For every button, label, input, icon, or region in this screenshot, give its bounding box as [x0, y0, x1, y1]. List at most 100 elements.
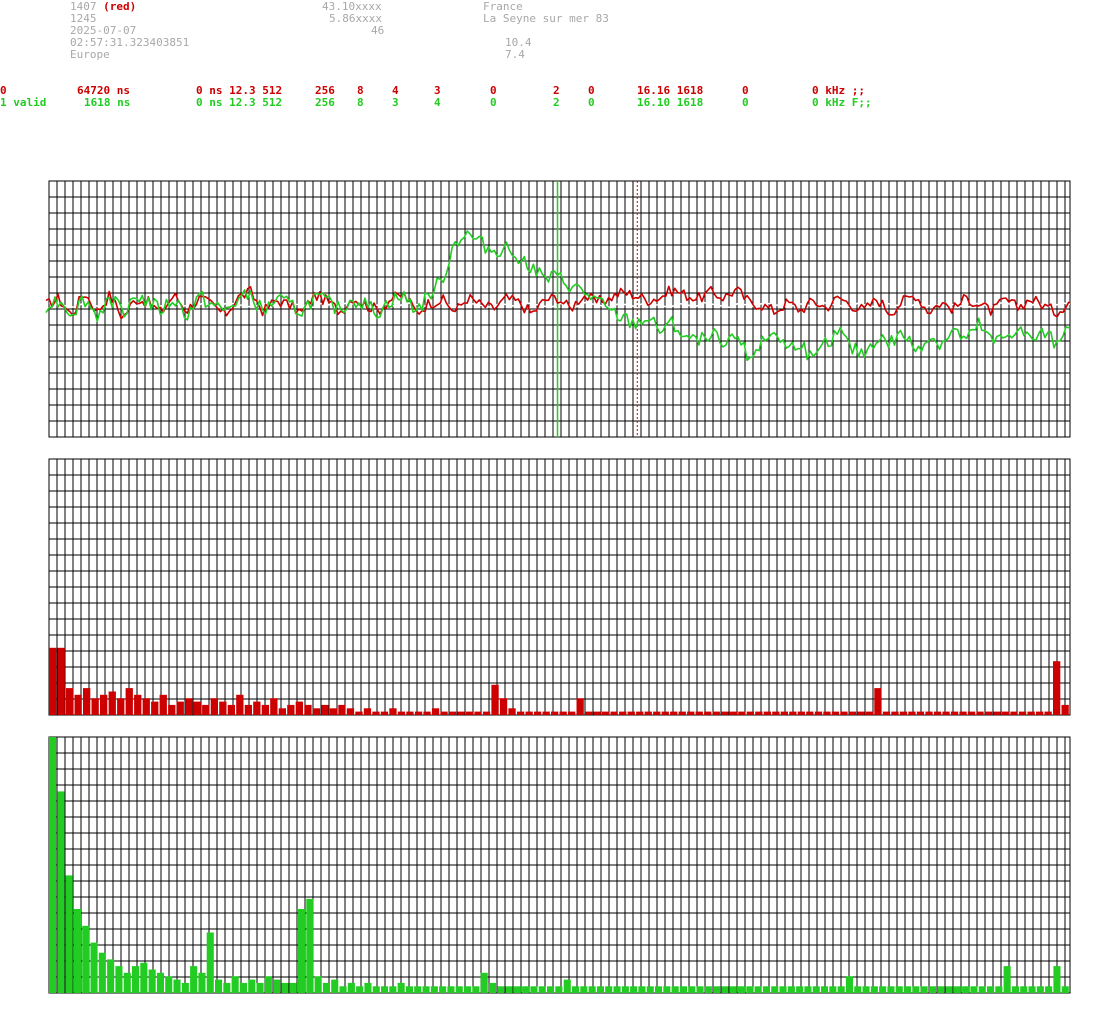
- green-histogram-bar: [298, 909, 306, 993]
- red-histogram-bar: [193, 701, 201, 715]
- green-histogram-bar: [771, 986, 779, 993]
- red-histogram-bar: [125, 688, 133, 715]
- red-histogram-bar: [219, 701, 227, 715]
- green-histogram-bar: [273, 979, 281, 993]
- green-histogram-bar: [787, 986, 795, 993]
- red-histogram-bar: [142, 698, 150, 715]
- red-histogram-bar: [117, 698, 125, 715]
- red-histogram-bar: [397, 711, 406, 715]
- green-histogram-bar: [65, 875, 73, 993]
- green-histogram-bar: [223, 982, 231, 993]
- red-histogram-bar: [840, 711, 848, 715]
- red-histogram-bar: [1044, 711, 1052, 715]
- green-histogram-bar: [339, 986, 347, 993]
- red-histogram-bar: [976, 711, 984, 715]
- green-histogram-bar: [82, 925, 90, 993]
- red-histogram-bar: [295, 701, 303, 715]
- red-histogram-bar: [270, 698, 278, 715]
- red-histogram-bar: [66, 688, 74, 715]
- green-histogram-bar: [845, 976, 853, 993]
- red-histogram-bar: [49, 647, 57, 715]
- green-histogram-bar: [381, 986, 389, 993]
- red-histogram-bar: [83, 688, 91, 715]
- red-histogram-bar: [627, 711, 635, 715]
- red-histogram-bar: [457, 711, 465, 715]
- green-histogram-bar: [173, 979, 181, 993]
- red-histogram-bar: [925, 711, 933, 715]
- green-histogram-bar: [239, 982, 247, 993]
- red-histogram-bar: [942, 711, 950, 715]
- red-histogram-bar: [534, 711, 542, 715]
- green-histogram-bar: [638, 986, 646, 993]
- red-histogram-bar: [100, 694, 108, 715]
- red-histogram-bar: [372, 711, 380, 715]
- green-histogram-bar: [920, 986, 928, 993]
- red-histogram-bar: [806, 711, 814, 715]
- green-histogram-bar: [870, 986, 878, 993]
- red-histogram-bar: [857, 711, 865, 715]
- green-histogram-bar: [588, 986, 596, 993]
- green-histogram-bar: [422, 986, 430, 993]
- green-histogram-bar: [264, 976, 272, 993]
- red-histogram-bar: [746, 711, 754, 715]
- green-histogram-bar: [953, 986, 961, 993]
- green-histogram-bar: [970, 986, 978, 993]
- green-histogram-bar: [364, 982, 372, 993]
- red-histogram-bar: [253, 701, 261, 715]
- green-histogram-bar: [987, 986, 995, 993]
- red-histogram-bar: [848, 711, 857, 715]
- red-histogram-bar: [891, 711, 899, 715]
- green-histogram-bar: [497, 986, 505, 993]
- red-histogram-bar: [244, 704, 252, 715]
- red-histogram-bar: [91, 698, 99, 715]
- red-histogram-bar: [933, 711, 942, 715]
- green-histogram-bar: [646, 986, 654, 993]
- baseline-trace: [48, 301, 1071, 309]
- green-histogram-bar: [447, 986, 455, 993]
- green-histogram-bar: [679, 986, 687, 993]
- red-histogram-bar: [602, 711, 610, 715]
- green-histogram-bar: [904, 986, 912, 993]
- green-histogram-bar: [1003, 966, 1011, 993]
- red-histogram-bar: [491, 684, 499, 715]
- green-histogram-bar: [1045, 986, 1053, 993]
- red-histogram-bar: [542, 711, 550, 715]
- red-histogram-bar: [363, 708, 372, 715]
- red-histogram-bar: [874, 688, 882, 715]
- chart-grid-0: [48, 180, 1070, 438]
- green-histogram-bar: [978, 986, 986, 993]
- green-histogram-bar: [713, 986, 721, 993]
- red-histogram-bar: [74, 694, 82, 715]
- green-histogram-bar: [472, 986, 480, 993]
- green-histogram-bar: [704, 986, 712, 993]
- red-histogram-bar: [763, 711, 771, 715]
- green-histogram-bar: [397, 982, 405, 993]
- red-histogram-bar: [780, 711, 788, 715]
- green-histogram-bar: [1053, 966, 1061, 993]
- green-histogram-bar: [90, 942, 98, 993]
- green-histogram-bar: [605, 986, 613, 993]
- green-histogram-bar: [837, 986, 845, 993]
- red-histogram-bar: [695, 711, 703, 715]
- red-histogram-bar: [551, 711, 559, 715]
- green-histogram-bar: [215, 979, 223, 993]
- green-histogram-bar: [331, 979, 339, 993]
- green-histogram-bar: [655, 986, 663, 993]
- green-histogram-bar: [538, 986, 546, 993]
- red-histogram-bar: [619, 711, 627, 715]
- green-histogram-bar: [895, 986, 903, 993]
- red-histogram-bar: [661, 711, 669, 715]
- red-histogram-bar: [636, 711, 644, 715]
- red-histogram-bar: [789, 711, 797, 715]
- green-histogram-bar: [455, 986, 463, 993]
- red-histogram-bar: [321, 704, 329, 715]
- green-histogram-bar: [596, 986, 604, 993]
- red-histogram-bar: [1053, 661, 1061, 715]
- red-histogram-bar: [899, 711, 908, 715]
- green-histogram-bar: [928, 986, 936, 993]
- green-histogram-bar: [738, 986, 746, 993]
- green-histogram-bar: [505, 986, 513, 993]
- chart-grid-1: [48, 458, 1070, 716]
- green-histogram-bar: [721, 986, 729, 993]
- red-histogram-bar: [568, 711, 576, 715]
